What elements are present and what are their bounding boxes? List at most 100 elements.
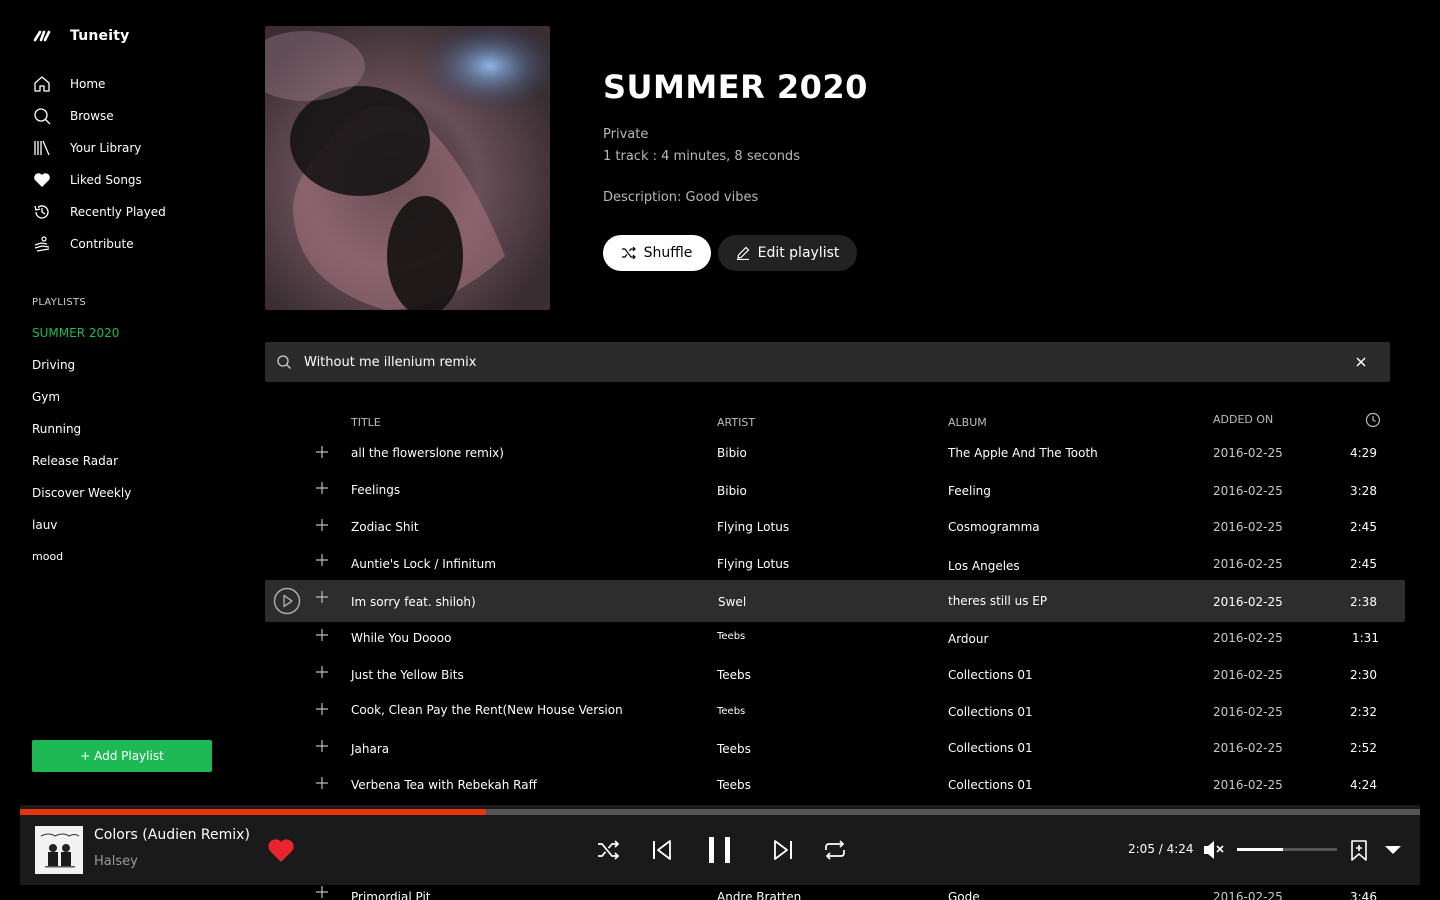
track-artist[interactable]: Andre Bratten — [717, 890, 801, 900]
shuffle-button[interactable] — [596, 838, 622, 862]
edit-playlist-button[interactable]: Edit playlist — [718, 235, 857, 271]
track-row-selected[interactable]: Im sorry feat. shiloh) Swel theres still… — [265, 580, 1405, 622]
column-header-added-on[interactable]: ADDED ON — [1213, 413, 1273, 426]
add-to-playlist-icon[interactable] — [315, 445, 329, 459]
track-artist[interactable]: Bibio — [717, 446, 747, 460]
track-artist[interactable]: Teebs — [717, 778, 751, 792]
now-playing-title[interactable]: Colors (Audien Remix) — [94, 827, 250, 843]
nav-item-contribute[interactable]: Contribute — [32, 228, 166, 260]
add-to-playlist-icon[interactable] — [315, 885, 329, 899]
playlist-item-discover-weekly[interactable]: Discover Weekly — [32, 480, 131, 512]
volume-slider[interactable] — [1237, 848, 1337, 851]
playlist-item-mood[interactable]: mood — [32, 544, 131, 576]
track-row[interactable]: While You Doooo Teebs Ardour 2016-02-25 … — [265, 619, 1405, 656]
library-icon — [32, 138, 52, 158]
track-album[interactable]: Collections 01 — [948, 741, 1033, 755]
track-added-on: 2016-02-25 — [1213, 705, 1283, 719]
track-album[interactable]: Collections 01 — [948, 668, 1033, 682]
now-playing-art[interactable] — [35, 826, 83, 874]
track-album[interactable]: Feeling — [948, 484, 991, 498]
expand-player-button[interactable] — [1382, 841, 1404, 859]
track-row[interactable]: Cook, Clean Pay the Rent(New House Versi… — [265, 692, 1405, 729]
now-playing-artist[interactable]: Halsey — [94, 854, 138, 869]
bookmark-add-icon — [1351, 839, 1367, 861]
like-button[interactable] — [266, 836, 296, 864]
sidebar: Tuneity Home Browse Your Library Liked S… — [0, 0, 240, 800]
column-header-duration[interactable] — [1365, 412, 1381, 431]
player-bar: Colors (Audien Remix) Halsey 2:05 / 4:24 — [20, 805, 1420, 885]
skip-back-icon — [653, 840, 671, 860]
track-search-bar — [265, 342, 1390, 382]
track-artist[interactable]: Teebs — [717, 631, 745, 642]
add-to-playlist-icon[interactable] — [315, 665, 329, 679]
playlist-item-running[interactable]: Running — [32, 416, 131, 448]
track-row[interactable]: Zodiac Shit Flying Lotus Cosmogramma 201… — [265, 508, 1405, 545]
track-duration: 2:45 — [1350, 557, 1377, 571]
repeat-icon — [825, 840, 845, 860]
app-logo[interactable]: Tuneity — [32, 26, 129, 46]
heart-icon — [268, 838, 294, 862]
add-to-playlist-icon[interactable] — [315, 553, 329, 567]
nav-item-browse[interactable]: Browse — [32, 100, 166, 132]
track-artist[interactable]: Swel — [718, 595, 746, 609]
previous-button[interactable] — [650, 838, 674, 862]
add-to-playlist-icon[interactable] — [315, 776, 329, 790]
nav-item-label: Contribute — [70, 237, 134, 251]
add-playlist-button[interactable]: + Add Playlist — [32, 740, 212, 772]
add-to-playlist-icon[interactable] — [315, 590, 329, 604]
track-row[interactable]: Just the Yellow Bits Teebs Collections 0… — [265, 656, 1405, 693]
track-row[interactable]: Auntie's Lock / Infinitum Flying Lotus L… — [265, 545, 1405, 582]
track-album[interactable]: Gode — [948, 890, 980, 900]
nav-item-liked-songs[interactable]: Liked Songs — [32, 164, 166, 196]
play-circle-icon[interactable] — [273, 587, 301, 615]
playlist-item-release-radar[interactable]: Release Radar — [32, 448, 131, 480]
track-row[interactable]: Feelings Bibio Feeling 2016-02-25 3:28 — [265, 471, 1405, 508]
pause-button[interactable] — [704, 835, 736, 865]
track-row[interactable]: all the flowerslone remix) Bibio The App… — [265, 434, 1405, 471]
nav-item-library[interactable]: Your Library — [32, 132, 166, 164]
column-header-artist[interactable]: ARTIST — [717, 416, 755, 429]
track-row[interactable]: Verbena Tea with Rebekah Raff Teebs Coll… — [265, 767, 1405, 804]
add-to-playlist-icon[interactable] — [315, 518, 329, 532]
track-artist[interactable]: Bibio — [717, 484, 747, 498]
shuffle-button[interactable]: Shuffle — [603, 235, 711, 271]
track-album[interactable]: theres still us EP — [948, 594, 1047, 608]
add-to-playlist-icon[interactable] — [315, 702, 329, 716]
track-album[interactable]: The Apple And The Tooth — [948, 446, 1098, 460]
mute-button[interactable] — [1202, 839, 1226, 861]
playlist-cover-art — [265, 26, 550, 310]
track-artist[interactable]: Teebs — [717, 668, 751, 682]
track-album[interactable]: Los Angeles — [948, 559, 1020, 573]
repeat-button[interactable] — [821, 838, 849, 862]
track-added-on: 2016-02-25 — [1213, 520, 1283, 534]
add-to-playlist-icon[interactable] — [315, 481, 329, 495]
playlist-item-summer-2020[interactable]: SUMMER 2020 — [32, 320, 131, 352]
playlist-item-driving[interactable]: Driving — [32, 352, 131, 384]
track-artist[interactable]: Flying Lotus — [717, 520, 789, 534]
chevron-down-icon — [1385, 846, 1401, 854]
save-to-library-button[interactable] — [1348, 839, 1370, 861]
column-header-title[interactable]: TITLE — [351, 416, 381, 429]
track-album[interactable]: Collections 01 — [948, 705, 1033, 719]
add-to-playlist-icon[interactable] — [315, 739, 329, 753]
column-header-album[interactable]: ALBUM — [948, 416, 987, 429]
nav-item-recently-played[interactable]: Recently Played — [32, 196, 166, 228]
playback-progress-bar[interactable] — [20, 809, 1420, 815]
track-row[interactable]: Jahara Teebs Collections 01 2016-02-25 2… — [265, 730, 1405, 767]
track-album[interactable]: Cosmogramma — [948, 520, 1040, 534]
close-icon[interactable] — [1354, 355, 1368, 369]
track-album[interactable]: Ardour — [948, 632, 988, 646]
track-artist[interactable]: Teebs — [717, 742, 751, 756]
search-input[interactable] — [304, 354, 1354, 370]
track-album[interactable]: Collections 01 — [948, 778, 1033, 792]
track-artist[interactable]: Teebs — [717, 706, 745, 717]
track-artist[interactable]: Flying Lotus — [717, 557, 789, 571]
next-button[interactable] — [771, 838, 795, 862]
add-to-playlist-icon[interactable] — [315, 628, 329, 642]
nav-item-home[interactable]: Home — [32, 68, 166, 100]
playlist-item-gym[interactable]: Gym — [32, 384, 131, 416]
playlist-list: SUMMER 2020 Driving Gym Running Release … — [32, 320, 131, 576]
playlists-header: PLAYLISTS — [32, 297, 87, 308]
logo-icon — [33, 30, 51, 42]
playlist-item-lauv[interactable]: lauv — [32, 512, 131, 544]
